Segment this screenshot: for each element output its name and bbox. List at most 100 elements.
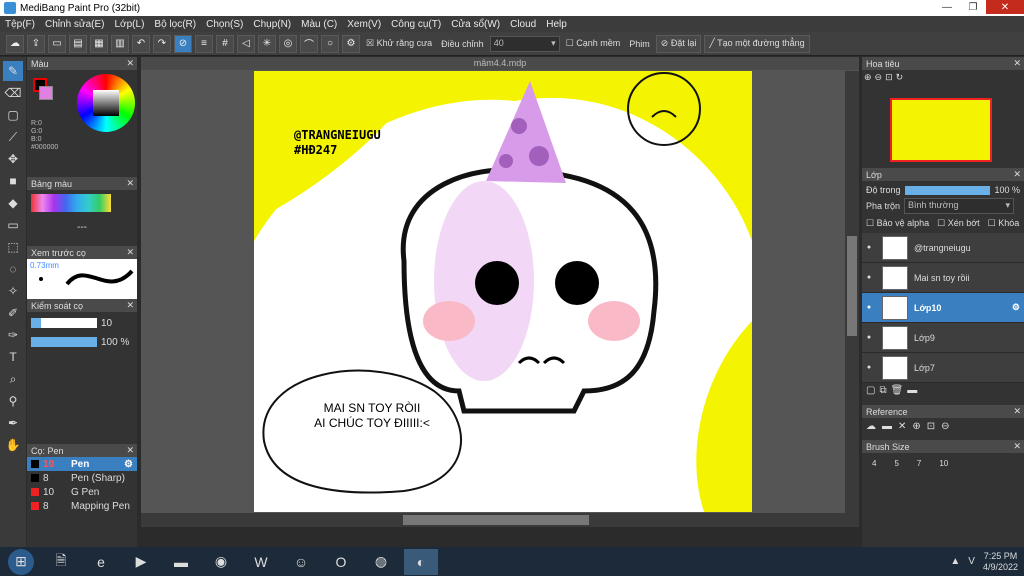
layer-item[interactable]: ● Lớp10 ⚙ [862,293,1024,323]
snap-curve-icon[interactable]: ⌒ [300,34,318,53]
soft-edge-checkbox[interactable]: ☐ Cạnh mềm [563,38,624,49]
word-icon[interactable]: W [244,549,278,575]
clock[interactable]: 7:25 PM 4/9/2022 [983,551,1018,573]
open-folder-icon[interactable]: ▬ [882,421,892,437]
brush-size-option[interactable]: 4 [872,459,876,491]
close-icon[interactable]: ✕ [1013,406,1021,417]
snap-settings-icon[interactable]: ⚙ [342,34,360,53]
fit-icon[interactable]: ⊡ [885,72,893,86]
snap-perspective-icon[interactable]: ◁ [237,34,255,53]
chrome-icon[interactable]: ◍ [364,549,398,575]
layer-opacity-slider[interactable] [904,185,991,195]
close-icon[interactable]: ✕ [1013,169,1021,180]
line-tool-icon[interactable]: ⟋ [3,127,23,147]
saturation-square[interactable] [93,90,119,116]
brush-item[interactable]: 10 Pen ⚙ [27,457,137,471]
close-icon[interactable]: ✕ [126,178,134,189]
menu-layer[interactable]: Lớp(L) [110,19,150,30]
close-icon[interactable]: ✕ [126,300,134,311]
move-tool-icon[interactable]: ✥ [3,149,23,169]
select-pen-icon[interactable]: ✐ [3,303,23,323]
palette-swatches[interactable] [31,194,111,212]
snap-ellipse-icon[interactable]: ○ [321,34,339,53]
tray-expand-icon[interactable]: ▲ [950,556,960,567]
close-icon[interactable]: ✕ [898,421,906,437]
menu-color[interactable]: Màu (C) [296,19,342,30]
background-color-swatch[interactable] [39,86,53,100]
zoom-in-icon[interactable]: ⊕ [864,72,872,86]
close-icon[interactable]: ✕ [1013,58,1021,69]
adjust-select[interactable]: 40 ▾ [489,35,560,52]
cloud-icon[interactable]: ☁ [6,34,24,53]
eraser-tool-icon[interactable]: ⌫ [3,83,23,103]
eye-icon[interactable]: ● [862,334,876,341]
layer-item[interactable]: ● Lớp9 [862,323,1024,353]
hand-tool-icon[interactable]: ✋ [3,435,23,455]
maximize-button[interactable]: ❐ [960,0,986,14]
snap-grid-icon[interactable]: # [216,34,234,53]
close-icon[interactable]: ✕ [1013,441,1021,452]
menu-select[interactable]: Chọn(S) [201,19,248,30]
layer-item[interactable]: ● Mai sn toy rồii [862,263,1024,293]
blend-mode-select[interactable]: Bình thường ▾ [904,198,1015,214]
layer-item[interactable]: ● Lớp7 [862,353,1024,383]
page-list-icon[interactable]: ▦ [90,34,108,53]
straight-line-button[interactable]: ╱ Tạo một đường thẳng [704,34,810,53]
brush-item[interactable]: 10 G Pen [27,485,137,499]
snap-parallel-icon[interactable]: ≡ [195,34,213,53]
clipping-checkbox[interactable]: ☐ Xén bớt [937,218,980,229]
snap-circle-icon[interactable]: ◎ [279,34,297,53]
brush-size-slider[interactable] [31,318,97,328]
horizontal-scrollbar[interactable] [141,513,859,527]
rect-tool-icon[interactable]: ▢ [3,105,23,125]
document-tab[interactable]: mâm4.4.mdp [141,57,859,70]
divide-tool-icon[interactable]: ⌕ [3,369,23,389]
vertical-scrollbar[interactable] [845,71,859,513]
delete-layer-icon[interactable]: 🗑 [891,385,904,399]
navigator-preview[interactable] [862,88,1024,168]
eye-icon[interactable]: ● [862,304,876,311]
zoom-out-icon[interactable]: ⊖ [875,72,883,86]
media-player-icon[interactable]: ▶ [124,549,158,575]
redo-icon[interactable]: ↷ [153,34,171,53]
layer-item[interactable]: ● @trangneiugu [862,233,1024,263]
bucket-tool-icon[interactable]: ◆ [3,193,23,213]
protect-alpha-checkbox[interactable]: ☐ Bảo vệ alpha [866,218,929,229]
text-tool-icon[interactable]: T [3,347,23,367]
menu-view[interactable]: Xem(V) [342,19,386,30]
fit-icon[interactable]: ⊡ [927,421,935,437]
discord-icon[interactable]: ☺ [284,549,318,575]
brush-item[interactable]: 8 Mapping Pen [27,499,137,513]
antialias-checkbox[interactable]: ☒ Khử răng cưa [363,38,435,49]
brush-size-option[interactable]: 7 [917,459,921,491]
close-icon[interactable]: ✕ [126,247,134,258]
select-tool-icon[interactable]: ⬚ [3,237,23,257]
explorer-icon[interactable]: ▬ [164,549,198,575]
taskbar-app-icon[interactable]: 🗎 [44,549,78,575]
close-icon[interactable]: ✕ [126,445,134,456]
brush-item[interactable]: 8 Pen (Sharp) [27,471,137,485]
page-icon[interactable]: ▤ [69,34,87,53]
eye-icon[interactable]: ● [862,364,876,371]
folder-icon[interactable]: ▬ [907,385,917,399]
fill-rect-icon[interactable]: ■ [3,171,23,191]
app-icon[interactable]: ◉ [204,549,238,575]
menu-cloud[interactable]: Cloud [505,19,541,30]
gear-icon[interactable]: ⚙ [1012,302,1020,313]
magic-wand-icon[interactable]: ✧ [3,281,23,301]
comment-icon[interactable]: ▭ [48,34,66,53]
gradient-tool-icon[interactable]: ▭ [3,215,23,235]
menu-file[interactable]: Tệp(F) [0,19,40,30]
eyedropper-icon[interactable]: ⚲ [3,391,23,411]
select-eraser-icon[interactable]: ✑ [3,325,23,345]
cloud-icon[interactable]: ☁ [866,421,876,437]
ie-icon[interactable]: e [84,549,118,575]
menu-filter[interactable]: Bộ lọc(R) [149,19,201,30]
zoom-out-icon[interactable]: ⊖ [941,421,949,437]
pen-tool-icon[interactable]: ✒ [3,413,23,433]
menu-edit[interactable]: Chỉnh sửa(E) [40,19,110,30]
undo-icon[interactable]: ↶ [132,34,150,53]
opera-icon[interactable]: O [324,549,358,575]
start-button[interactable]: ⊞ [8,548,34,575]
grid-icon[interactable]: ▥ [111,34,129,53]
